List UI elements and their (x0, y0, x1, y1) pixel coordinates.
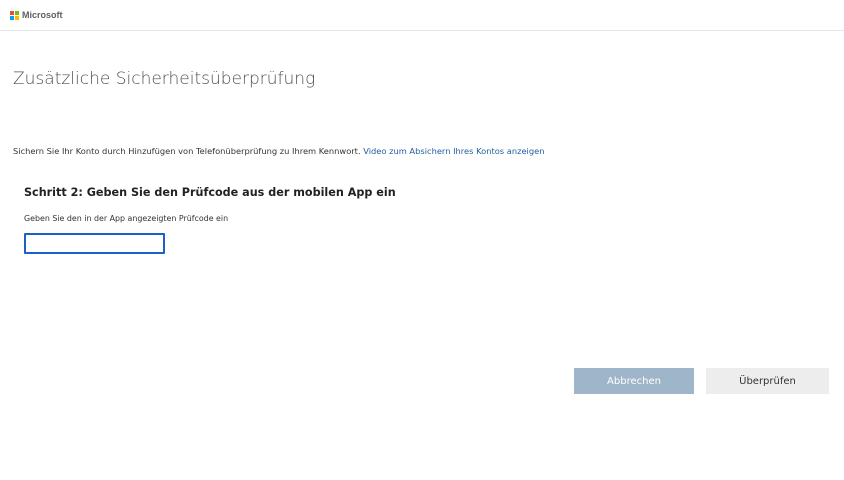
page-title: Zusätzliche Sicherheitsüberprüfung (13, 69, 316, 89)
intro-text: Sichern Sie Ihr Konto durch Hinzufügen v… (13, 146, 544, 156)
security-video-link[interactable]: Video zum Absichern Ihres Kontos anzeige… (363, 146, 544, 156)
microsoft-logo: Microsoft (10, 10, 63, 20)
brand-name: Microsoft (22, 10, 63, 20)
code-field-label: Geben Sie den in der App angezeigten Prü… (24, 214, 229, 223)
top-bar: Microsoft (0, 0, 844, 31)
microsoft-logo-icon (10, 10, 19, 20)
verify-button[interactable]: Überprüfen (706, 368, 829, 394)
step-title: Schritt 2: Geben Sie den Prüfcode aus de… (24, 186, 396, 199)
page: Microsoft Zusätzliche Sicherheitsüberprü… (0, 0, 844, 480)
verification-code-input[interactable] (24, 233, 165, 254)
intro-description: Sichern Sie Ihr Konto durch Hinzufügen v… (13, 146, 364, 156)
cancel-button[interactable]: Abbrechen (574, 368, 694, 394)
